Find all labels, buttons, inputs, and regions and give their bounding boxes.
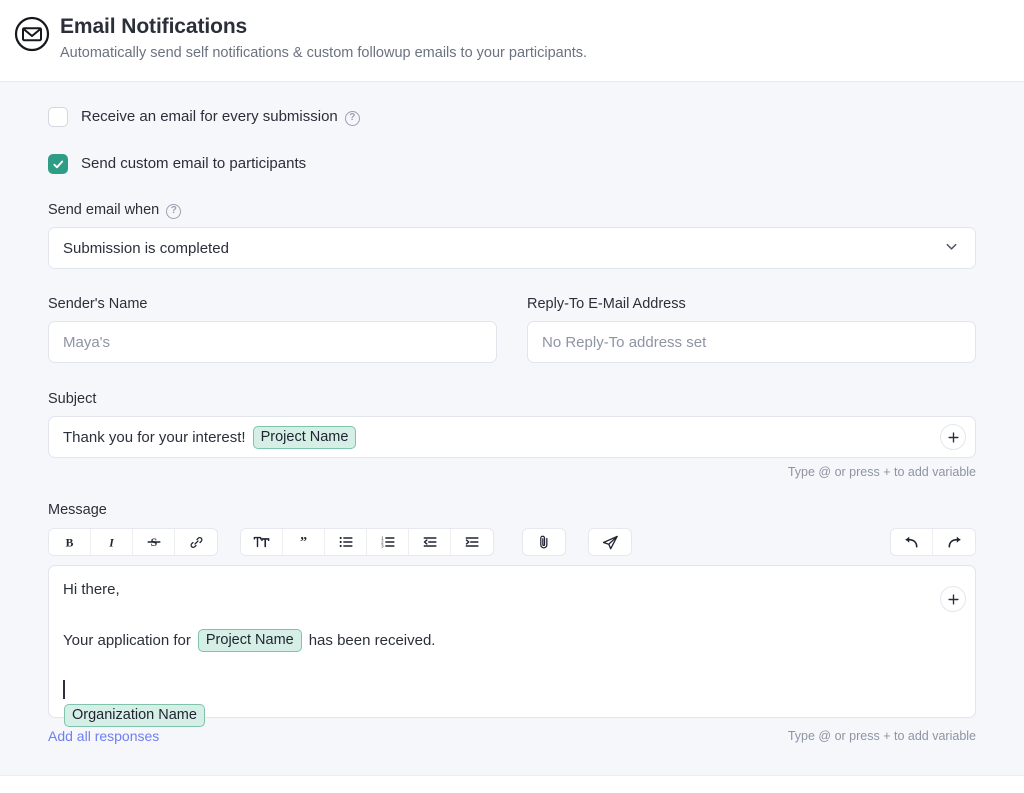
checkbox-send-custom-email[interactable] — [48, 154, 68, 174]
undo-icon[interactable] — [891, 529, 933, 555]
sender-name-field: Sender's Name Maya's — [48, 295, 497, 363]
send-when-label-row: Send email when ? — [48, 201, 976, 219]
header-text-block: Email Notifications Automatically send s… — [60, 14, 587, 63]
check-icon — [52, 160, 63, 168]
outdent-icon[interactable] — [409, 529, 451, 555]
page-header: Email Notifications Automatically send s… — [0, 0, 1024, 82]
email-notifications-page: Email Notifications Automatically send s… — [0, 0, 1024, 793]
send-when-label: Send email when — [48, 202, 160, 218]
sender-replyto-row: Sender's Name Maya's Reply-To E-Mail Add… — [48, 295, 976, 363]
svg-text:B: B — [66, 536, 74, 549]
message-line2-before: Your application for — [63, 631, 191, 649]
subject-label: Subject — [48, 391, 97, 407]
plus-icon — [947, 593, 959, 605]
envelope-circle-icon — [14, 16, 50, 52]
subject-hint: Type @ or press + to add variable — [787, 465, 976, 479]
blockquote-icon[interactable]: ” — [283, 529, 325, 555]
message-field: Message B I S ” 1 2 3 Hi there, Your app… — [48, 501, 976, 745]
checkbox-row-send-custom-email[interactable]: Send custom email to participants — [48, 153, 976, 175]
subject-input[interactable]: Thank you for your interest! Project Nam… — [48, 416, 976, 458]
message-line-greeting: Hi there, — [63, 581, 120, 598]
indent-icon[interactable] — [451, 529, 493, 555]
message-editor[interactable]: Hi there, Your application for Project N… — [48, 565, 976, 727]
message-line-organization: Organization Name — [63, 704, 927, 727]
reply-to-input[interactable]: No Reply-To address set — [527, 321, 976, 363]
message-variable-chip-organization[interactable]: Organization Name — [64, 704, 205, 727]
message-toolbar: B I S ” 1 2 3 — [48, 528, 976, 556]
message-add-variable-button[interactable] — [940, 586, 966, 612]
send-when-select[interactable]: Submission is completed — [48, 227, 976, 269]
plus-icon — [947, 431, 959, 443]
bullet-list-icon[interactable] — [325, 529, 367, 555]
page-subtitle: Automatically send self notifications & … — [60, 45, 588, 61]
message-caret-line — [63, 679, 927, 699]
link-icon[interactable] — [175, 529, 217, 555]
numbered-list-icon[interactable]: 1 2 3 — [367, 529, 409, 555]
checkbox-row-receive-email[interactable]: Receive an email for every submission ? — [48, 106, 976, 128]
bold-icon[interactable]: B — [49, 529, 91, 555]
send-when-field: Send email when ? Submission is complete… — [48, 201, 976, 269]
message-variable-chip-project[interactable]: Project Name — [197, 629, 302, 652]
checkbox-receive-email-text: Receive an email for every submission — [81, 108, 338, 125]
sender-name-label: Sender's Name — [48, 296, 148, 312]
sender-name-input[interactable]: Maya's — [48, 321, 497, 363]
strikethrough-icon[interactable]: S — [133, 529, 175, 555]
subject-add-variable-button[interactable] — [940, 424, 966, 450]
message-label: Message — [48, 502, 107, 518]
chevron-down-icon — [944, 239, 959, 258]
message-line2-after: has been received. — [308, 631, 436, 649]
toolbar-group-block-format: ” 1 2 3 — [240, 528, 494, 556]
checkbox-send-custom-email-label: Send custom email to participants — [81, 155, 307, 172]
bottom-strip — [0, 775, 1024, 793]
subject-text: Thank you for your interest! — [63, 428, 246, 446]
subject-field: Subject Thank you for your interest! Pro… — [48, 390, 976, 479]
page-title: Email Notifications — [60, 15, 248, 38]
settings-body: Receive an email for every submission ? … — [0, 82, 1024, 775]
message-footer-row: Add all responses Type @ or press + to a… — [48, 727, 976, 745]
message-line-application: Your application for Project Name has be… — [63, 629, 927, 652]
checkbox-receive-email[interactable] — [48, 107, 68, 127]
toolbar-group-send — [588, 528, 632, 556]
reply-to-label: Reply-To E-Mail Address — [527, 296, 686, 312]
send-icon[interactable] — [589, 529, 631, 555]
toolbar-group-text-format: B I S — [48, 528, 218, 556]
subject-variable-chip[interactable]: Project Name — [252, 425, 357, 449]
reply-to-field: Reply-To E-Mail Address No Reply-To addr… — [527, 295, 976, 363]
attachment-icon[interactable] — [523, 529, 565, 555]
text-size-icon[interactable] — [241, 529, 283, 555]
send-when-value: Submission is completed — [63, 239, 229, 257]
italic-icon[interactable]: I — [91, 529, 133, 555]
toolbar-group-attachment — [522, 528, 566, 556]
checkbox-receive-email-label: Receive an email for every submission ? — [81, 107, 360, 127]
redo-icon[interactable] — [933, 529, 975, 555]
svg-text:I: I — [108, 536, 114, 549]
svg-text:3: 3 — [381, 544, 384, 549]
text-cursor — [63, 679, 65, 699]
help-icon-receive-email[interactable]: ? — [344, 110, 360, 126]
toolbar-group-history — [890, 528, 976, 556]
svg-text:”: ” — [300, 535, 307, 550]
help-icon-send-when[interactable]: ? — [166, 203, 182, 219]
add-all-responses-link[interactable]: Add all responses — [48, 727, 159, 745]
message-hint: Type @ or press + to add variable — [787, 729, 976, 743]
